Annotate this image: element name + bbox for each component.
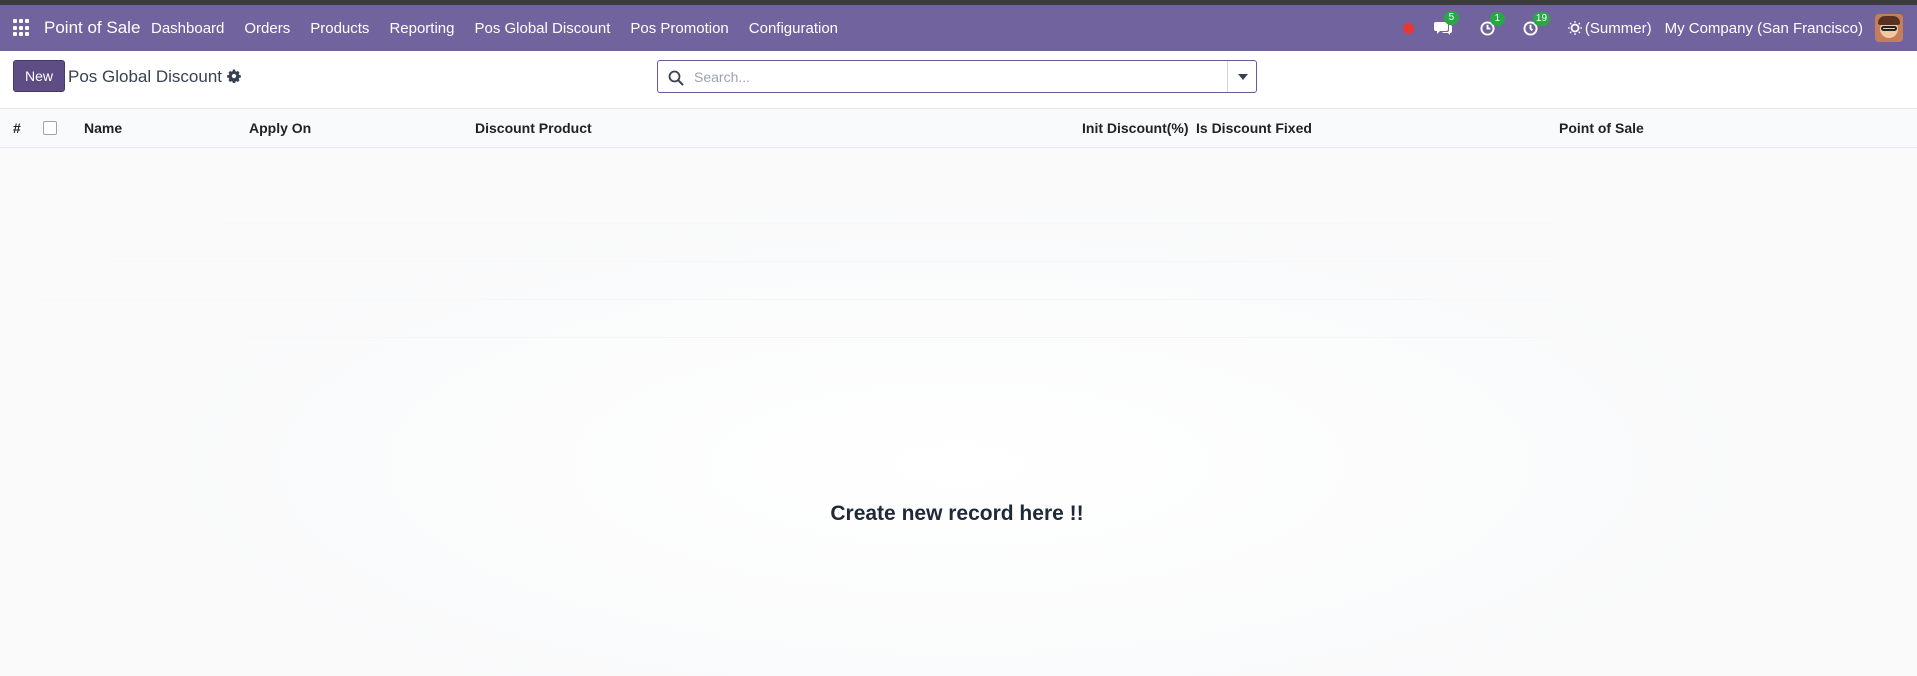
new-button[interactable]: New xyxy=(13,60,66,92)
record-indicator[interactable] xyxy=(1402,22,1414,34)
avatar xyxy=(1875,14,1903,42)
empty-state-title: Create new record here !! xyxy=(830,502,1084,525)
select-all-checkbox[interactable] xyxy=(43,121,57,135)
sun-icon xyxy=(1567,21,1582,35)
menu-item-reporting[interactable]: Reporting xyxy=(389,20,454,37)
search-bar xyxy=(657,60,1257,93)
systray: 5 1 19 (Summer) My Company (San Francisc… xyxy=(1402,5,1917,51)
table-header: # Name Apply On Discount Product Init Di… xyxy=(0,109,1917,148)
company-switcher[interactable]: My Company (San Francisco) xyxy=(1665,20,1863,37)
list-view: # Name Apply On Discount Product Init Di… xyxy=(0,109,1917,676)
menu-item-pos-promotion[interactable]: Pos Promotion xyxy=(630,20,728,37)
column-header-discount-product[interactable]: Discount Product xyxy=(475,120,592,136)
search-icon xyxy=(668,70,684,86)
apps-grid-icon[interactable] xyxy=(13,19,31,37)
user-menu[interactable] xyxy=(1875,14,1903,42)
timer-badge: 19 xyxy=(1532,11,1551,26)
menu-item-products[interactable]: Products xyxy=(310,20,369,37)
theme-label: (Summer) xyxy=(1584,19,1652,37)
column-header-point-of-sale[interactable]: Point of Sale xyxy=(1559,120,1644,136)
search-input[interactable] xyxy=(694,65,1214,89)
column-header-name[interactable]: Name xyxy=(84,120,122,136)
column-header-is-discount-fixed[interactable]: Is Discount Fixed xyxy=(1196,120,1312,136)
menu-item-orders[interactable]: Orders xyxy=(244,20,290,37)
empty-state-overlay xyxy=(0,148,1917,676)
column-header-init-discount[interactable]: Init Discount(%) xyxy=(1082,120,1189,136)
app-name[interactable]: Point of Sale xyxy=(44,18,140,38)
menu-item-pos-global-discount[interactable]: Pos Global Discount xyxy=(474,20,610,37)
gear-icon[interactable] xyxy=(227,69,241,83)
search-options-toggle[interactable] xyxy=(1227,61,1256,92)
control-panel: New Pos Global Discount xyxy=(0,51,1917,109)
menu-item-dashboard[interactable]: Dashboard xyxy=(151,20,224,37)
activities-badge: 1 xyxy=(1489,11,1505,26)
page-title: Pos Global Discount xyxy=(68,67,223,86)
company-label: My Company (San Francisco) xyxy=(1664,19,1863,37)
timer-menu[interactable]: 19 xyxy=(1523,11,1551,36)
theme-switcher[interactable]: (Summer) xyxy=(1567,19,1652,37)
top-menu: Dashboard Orders Products Reporting Pos … xyxy=(151,20,858,37)
activities-menu[interactable]: 1 xyxy=(1480,11,1505,36)
caret-down-icon xyxy=(1238,74,1248,80)
main-navbar: Point of Sale Dashboard Orders Products … xyxy=(0,5,1917,51)
column-header-sequence: # xyxy=(13,120,21,136)
messages-menu[interactable]: 5 xyxy=(1433,11,1459,36)
column-header-apply-on[interactable]: Apply On xyxy=(249,120,311,136)
menu-item-configuration[interactable]: Configuration xyxy=(749,20,838,37)
messages-badge: 5 xyxy=(1443,11,1459,25)
record-icon xyxy=(1402,22,1414,34)
